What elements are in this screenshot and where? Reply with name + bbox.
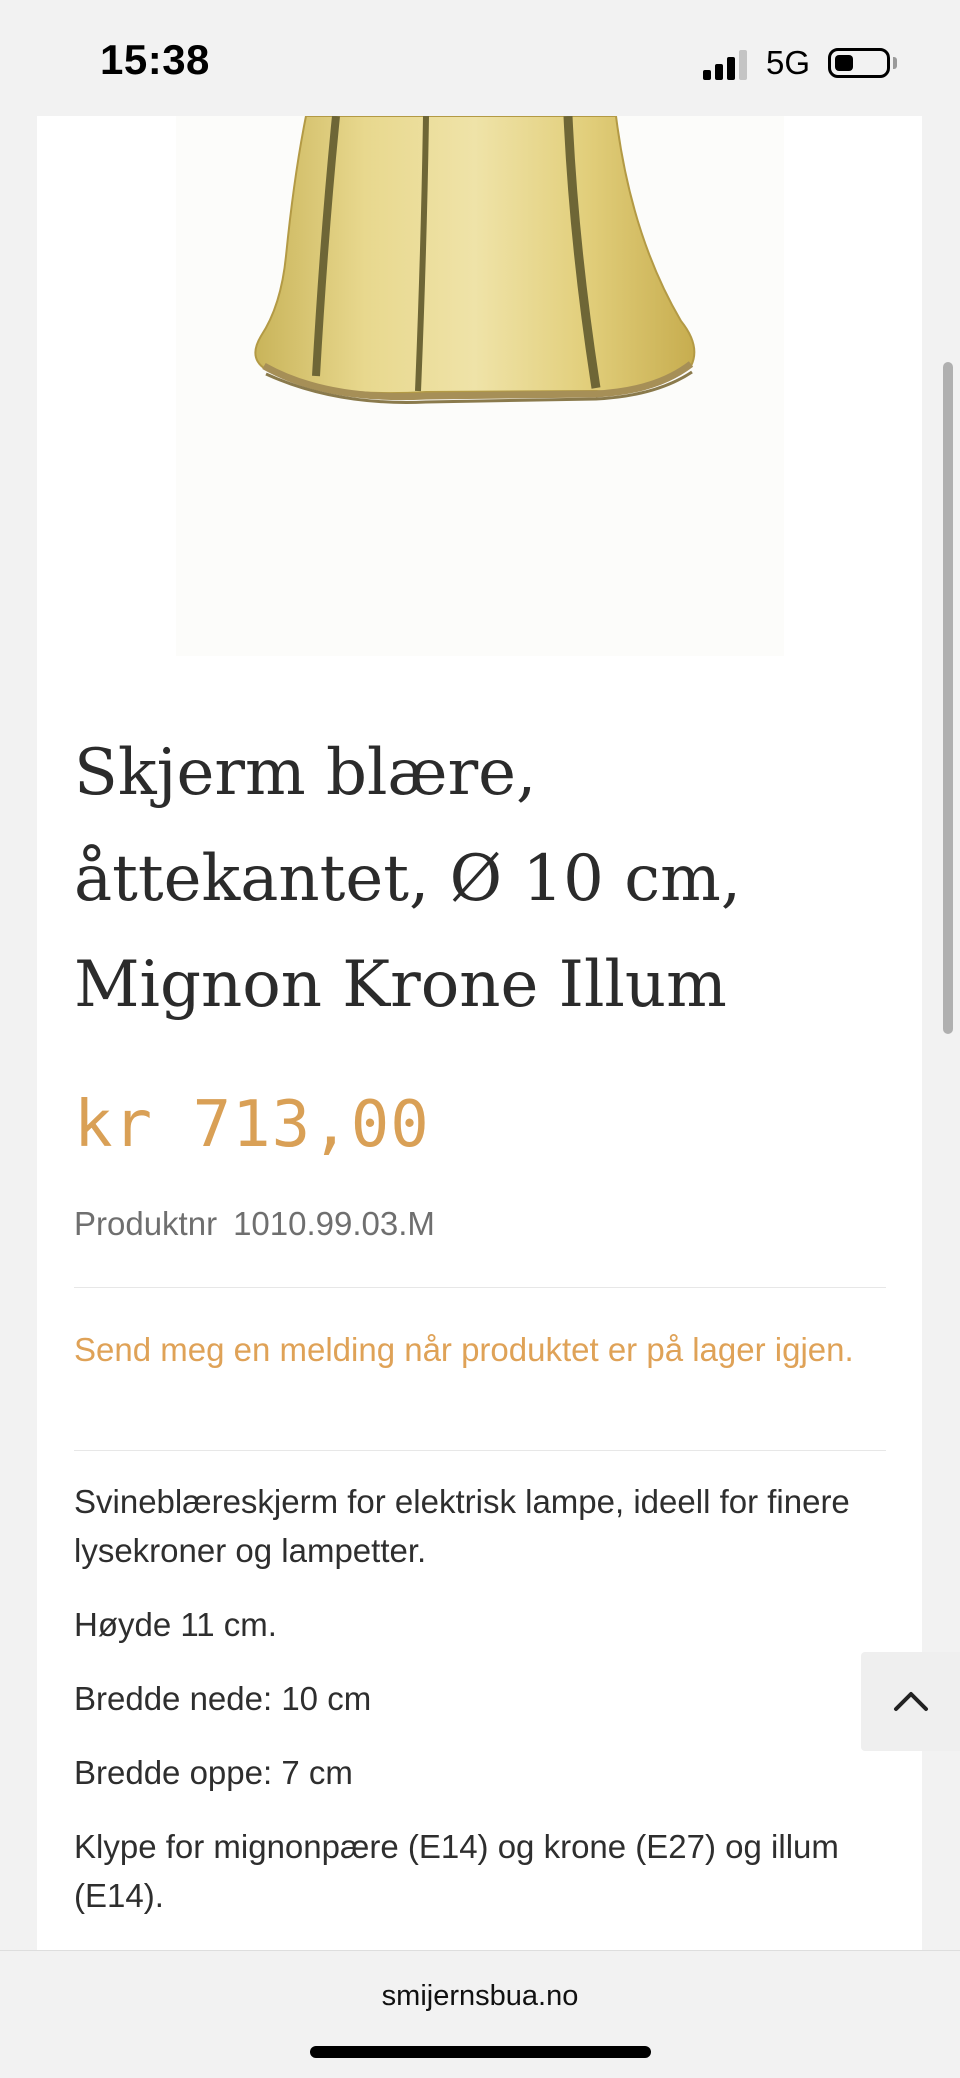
- description-paragraph: Høyde 11 cm.: [74, 1606, 277, 1643]
- back-to-top-button[interactable]: [861, 1652, 960, 1751]
- description-paragraph: Bredde oppe: 7 cm: [74, 1754, 353, 1791]
- page-scrollbar[interactable]: [943, 362, 953, 1034]
- sku-value: 1010.99.03.M: [233, 1205, 435, 1242]
- description-paragraph: Bredde nede: 10 cm: [74, 1680, 372, 1717]
- product-image[interactable]: [176, 116, 784, 656]
- network-type: 5G: [766, 44, 811, 81]
- description-paragraph: Svineblæreskjerm for elektrisk lampe, id…: [74, 1483, 850, 1569]
- battery-icon: [828, 48, 890, 78]
- battery-level: [835, 55, 853, 71]
- description-paragraph: Klype for mignonpære (E14) og krone (E27…: [74, 1828, 839, 1914]
- divider: [74, 1450, 886, 1451]
- status-time: 15:38: [100, 36, 210, 83]
- divider: [74, 1287, 886, 1288]
- browser-address-bar[interactable]: [0, 1950, 960, 2078]
- lampshade-image: [254, 116, 696, 404]
- product-price: kr 713,00: [74, 1088, 430, 1162]
- browser-url[interactable]: smijernsbua.no: [0, 1980, 960, 2013]
- status-bar: 15:38 5G: [0, 0, 960, 116]
- chevron-up-icon: [894, 1692, 928, 1711]
- product-title: Skjerm blære, åttekantet, Ø 10 cm, Migno…: [74, 736, 742, 1022]
- notify-when-in-stock-link[interactable]: Send meg en melding når produktet er på …: [74, 1325, 874, 1375]
- signal-icon: [703, 48, 751, 80]
- battery-cap: [893, 57, 897, 69]
- sku-label: Produktnr: [74, 1205, 218, 1242]
- product-sku: Produktnr 1010.99.03.M: [74, 1205, 435, 1243]
- home-indicator[interactable]: [310, 2046, 651, 2058]
